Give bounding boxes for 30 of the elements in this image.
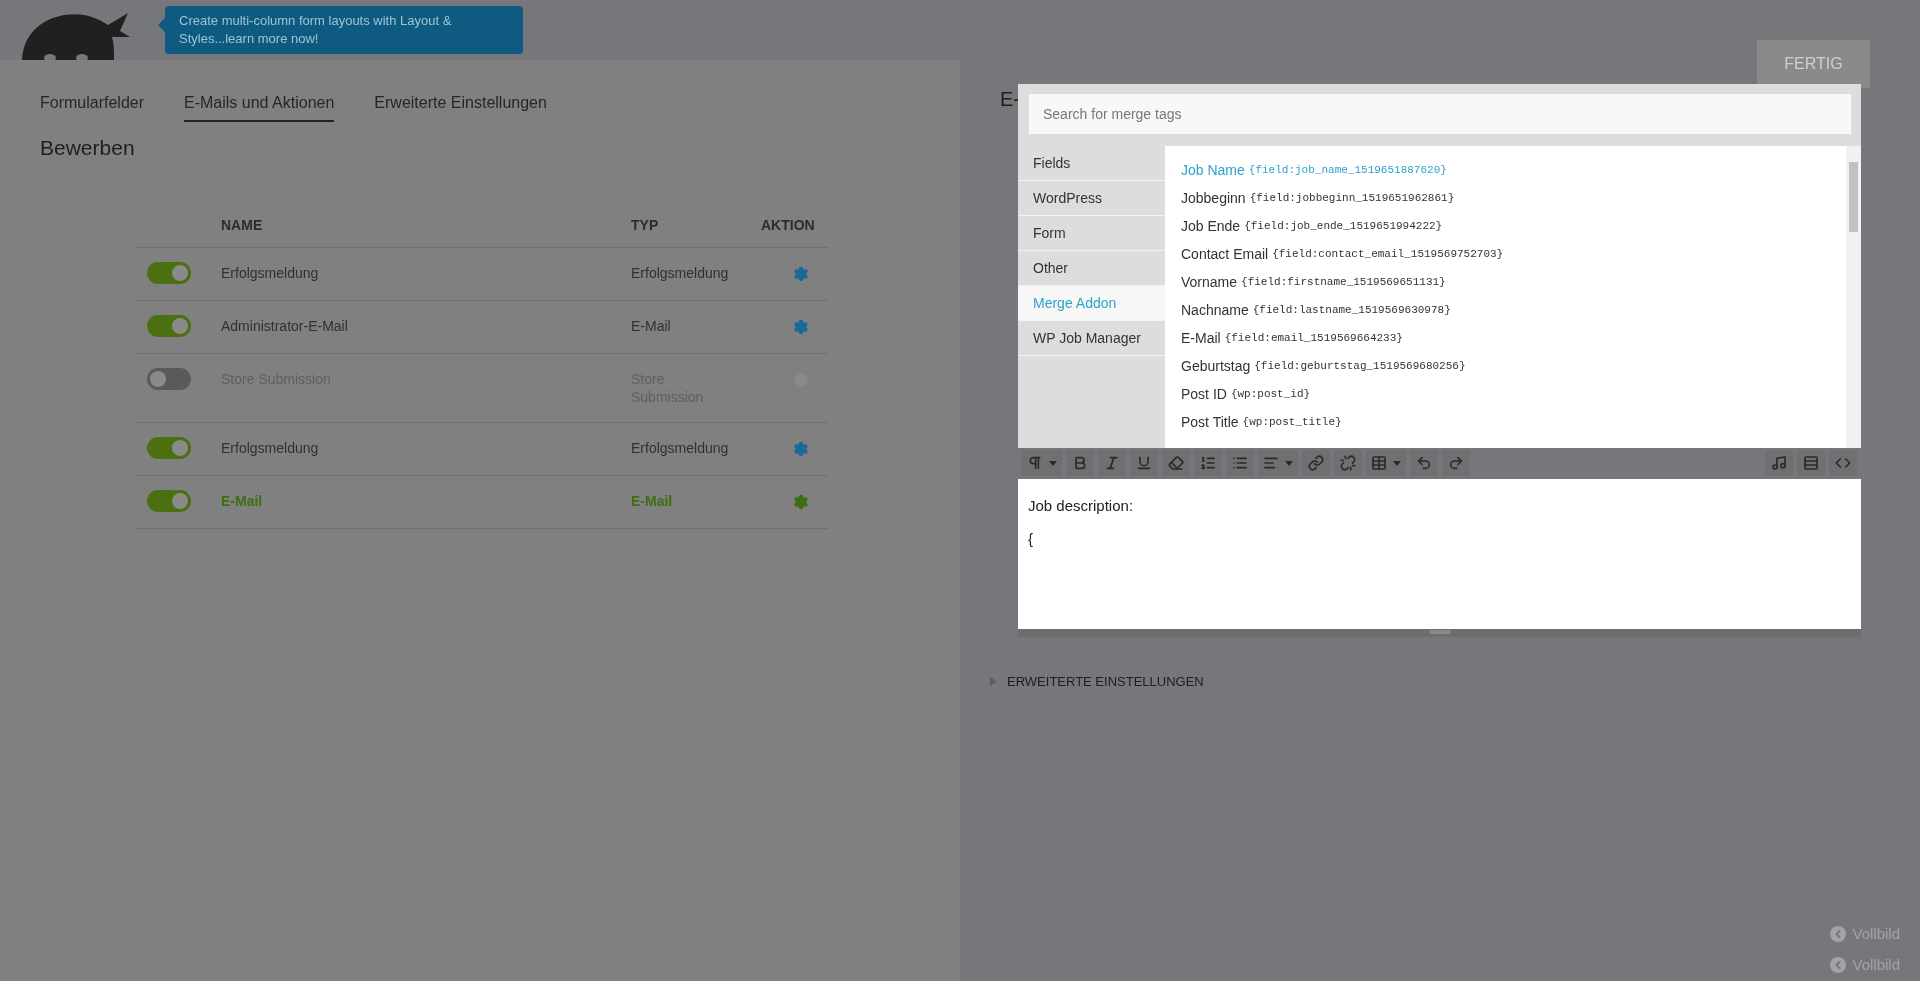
merge-tag-item[interactable]: Nachname {field:lastname_1519569630978} <box>1181 296 1830 324</box>
table-cell-text: Erfolgsmeldung <box>631 264 730 282</box>
table-cell-text: Erfolgsmeldung <box>221 439 320 457</box>
promo-tooltip[interactable]: Create multi-column form layouts with Layout & Styles...learn more now! <box>165 6 523 54</box>
table-cell-text: Erfolgsmeldung <box>631 439 730 457</box>
form-title: Bewerben <box>40 136 136 160</box>
table-cell-text: Administrator-E-Mail <box>221 317 349 335</box>
tab[interactable]: Erweiterte Einstellungen <box>374 94 547 122</box>
panel-heading: E- <box>1000 88 1018 111</box>
search-field[interactable]: Search for merge tags <box>1029 94 1851 134</box>
editor-content[interactable]: Job description: { <box>1018 479 1861 629</box>
tab[interactable]: E-Mails und Aktionen <box>184 94 335 122</box>
advanced-settings-label[interactable]: ERWEITERTE EINSTELLUNGEN <box>1007 674 1204 689</box>
column-header: AKTION <box>761 217 816 233</box>
merge-tag-item[interactable]: Vorname {field:firstname_1519569651131} <box>1181 268 1830 296</box>
merge-tag-item[interactable]: Job Ende {field:job_ende_1519651994222} <box>1181 212 1830 240</box>
tab[interactable]: Formularfelder <box>40 94 145 122</box>
table-cell-text: Erfolgsmeldung <box>221 264 320 282</box>
merge-tag-item[interactable]: Contact Email {field:contact_email_1519569752703} <box>1181 240 1830 268</box>
merge-tag-item[interactable]: Post ID {wp:post_id} <box>1181 380 1830 408</box>
advanced-settings-toggle[interactable]: ERWEITERTE EINSTELLUNGEN <box>990 674 1920 689</box>
table-cell-text: E-Mail <box>221 492 264 510</box>
table-cell-text: E-Mail <box>631 317 672 335</box>
merge-tag-item[interactable]: Jobbeginn {field:jobbeginn_1519651962861} <box>1181 184 1830 212</box>
table-cell-text: E-Mail <box>631 492 674 510</box>
column-header: TYP <box>631 217 660 233</box>
merge-tag-item[interactable]: E-Mail {field:email_1519569664233} <box>1181 324 1830 352</box>
merge-tag-item[interactable]: Geburtstag {field:geburtstag_1519569680256} <box>1181 352 1830 380</box>
merge-tag-item[interactable]: Post Title {wp:post_title} <box>1181 408 1830 436</box>
column-header: NAME <box>221 217 264 233</box>
